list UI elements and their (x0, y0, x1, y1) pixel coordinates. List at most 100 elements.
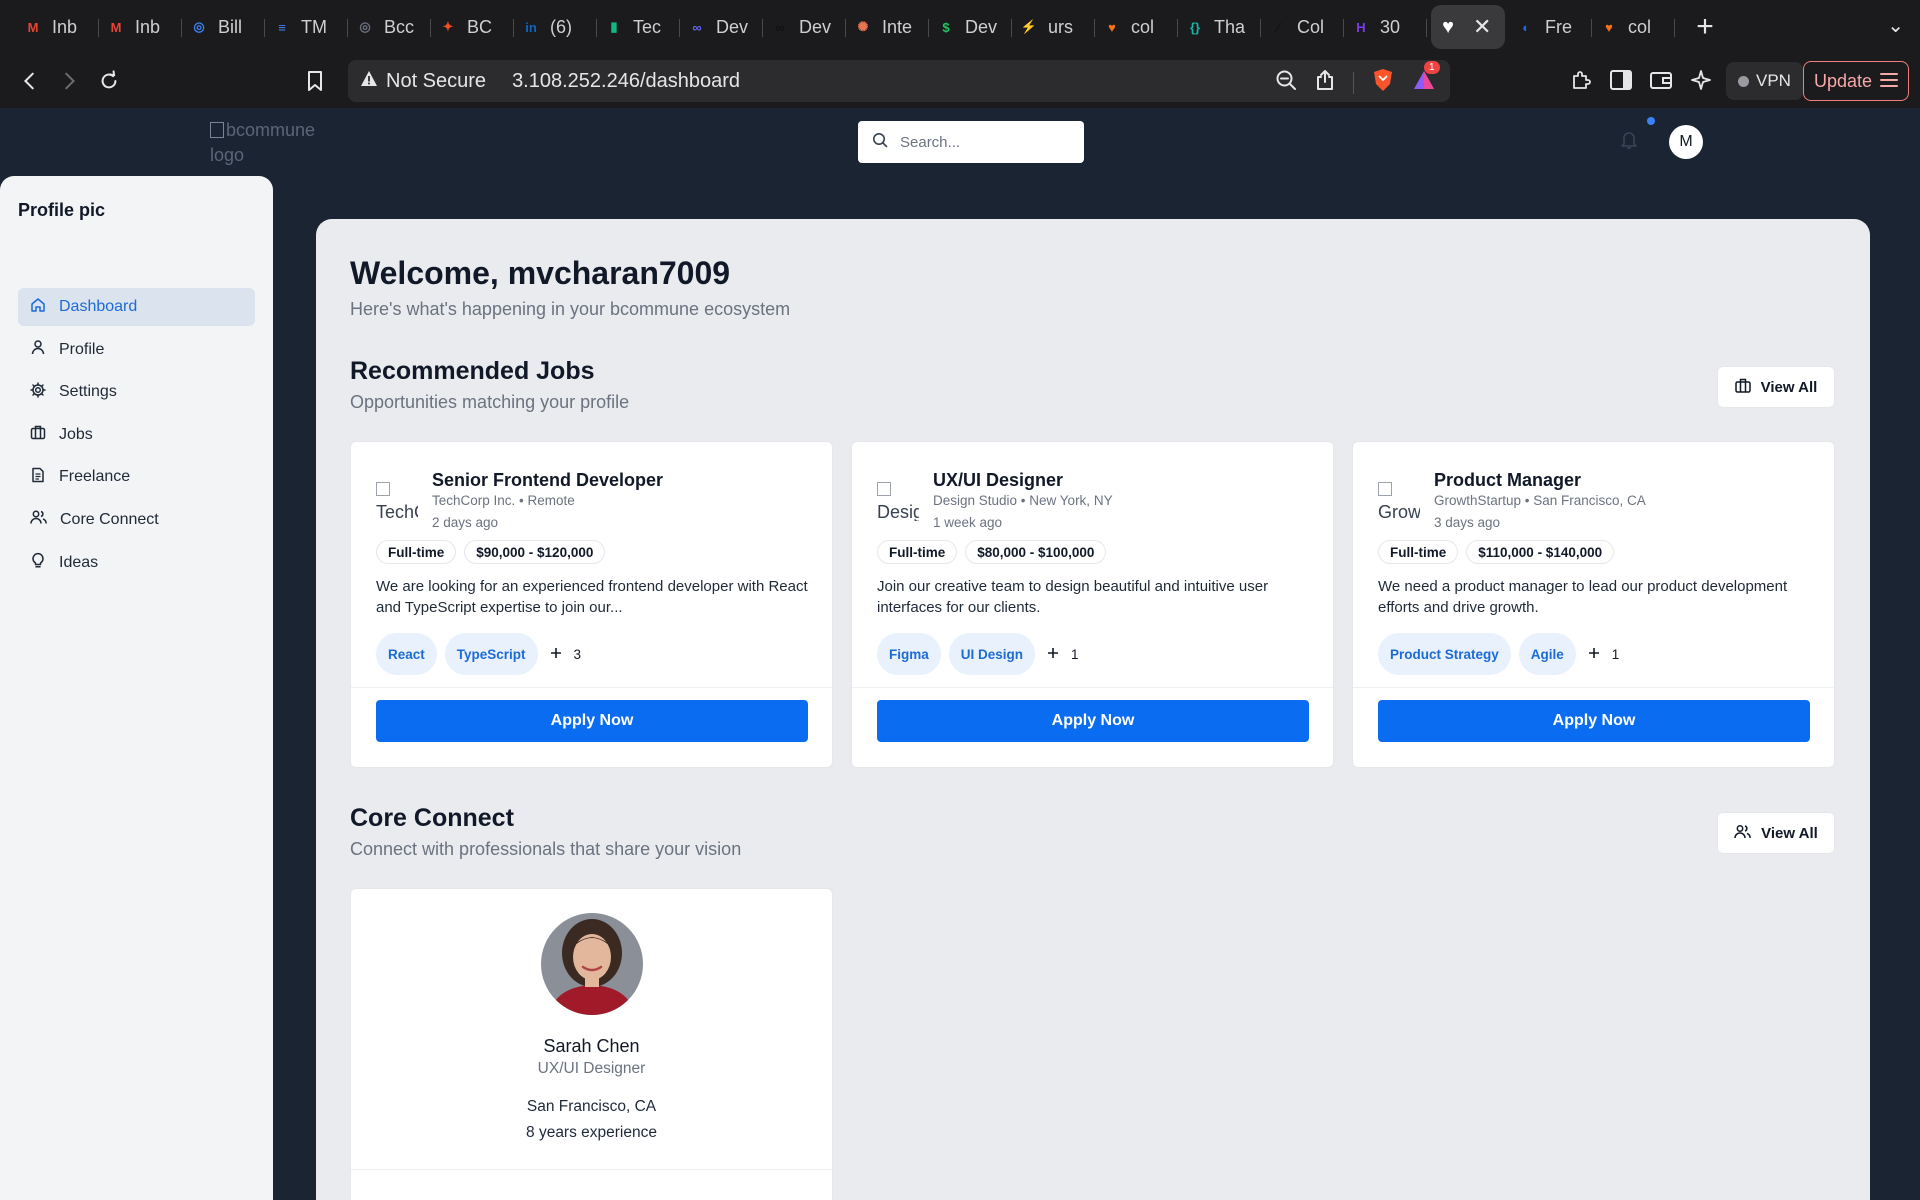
browser-toolbar: Not Secure 3.108.252.246/dashboard 1 VPN… (0, 54, 1920, 108)
h-icon: H (1356, 19, 1366, 35)
browser-tab[interactable]: M Inb (99, 5, 182, 49)
openai-icon: ◎ (193, 19, 205, 34)
browser-tab[interactable]: H 30 (1344, 5, 1427, 49)
sidebar-item-core-connect[interactable]: Core Connect (18, 501, 255, 539)
sidebar-item-profile[interactable]: Profile (18, 331, 255, 369)
browser-tab[interactable]: $ Dev (929, 5, 1012, 49)
browser-tab[interactable]: ◎ Bill (182, 5, 265, 49)
sidebar-toggle-icon[interactable] (1610, 70, 1632, 95)
notification-bell-icon[interactable] (1620, 130, 1638, 155)
job-card[interactable]: Design UX/UI Designer Design Studio • Ne… (851, 441, 1334, 768)
browser-tab-label: col (1628, 16, 1652, 37)
browser-tab[interactable]: ≡ TM (265, 5, 348, 49)
search-box[interactable] (858, 121, 1084, 163)
job-title[interactable]: Senior Frontend Developer (432, 470, 663, 491)
wallet-icon[interactable] (1650, 70, 1672, 95)
skill-tag: Product Strategy (1378, 633, 1511, 675)
dev-icon: ∞ (692, 19, 702, 35)
job-title[interactable]: UX/UI Designer (933, 470, 1063, 491)
core-connect-subtitle: Connect with professionals that share yo… (350, 839, 742, 859)
skill-tag: React (376, 633, 437, 675)
sidebar-item-ideas[interactable]: Ideas (18, 544, 255, 582)
job-title[interactable]: Product Manager (1434, 470, 1581, 491)
apply-now-button[interactable]: Apply Now (1378, 700, 1810, 742)
search-input[interactable] (900, 133, 1070, 151)
job-card[interactable]: TechCorp Senior Frontend Developer TechC… (350, 441, 833, 768)
update-button[interactable]: Update (1803, 61, 1909, 101)
sidebar-nav: Dashboard Profile Settings Jobs Freelanc… (18, 288, 255, 586)
more-skills[interactable]: 3 (550, 647, 581, 662)
forward-icon[interactable] (49, 61, 89, 101)
apply-now-button[interactable]: Apply Now (376, 700, 808, 742)
browser-tab[interactable]: ⚡ urs (1012, 5, 1095, 49)
browser-tab[interactable]: in (6) (514, 5, 597, 49)
new-tab-button[interactable]: + (1685, 10, 1725, 44)
person-name[interactable]: Sarah Chen (351, 1036, 832, 1057)
sidebar-item-dashboard[interactable]: Dashboard (18, 288, 255, 326)
browser-tab[interactable]: ◎ Bcc (348, 5, 431, 49)
browser-tab[interactable]: ▮ Tec (597, 5, 680, 49)
apply-now-button[interactable]: Apply Now (877, 700, 1309, 742)
more-skills[interactable]: 1 (1588, 646, 1620, 662)
share-icon[interactable] (1315, 69, 1335, 97)
back-icon[interactable] (10, 61, 50, 101)
browser-tab[interactable]: ♥ col (1592, 5, 1675, 49)
not-secure-label[interactable]: Not Secure (386, 70, 486, 93)
close-tab-icon[interactable]: ✕ (1473, 14, 1491, 40)
more-skills[interactable]: 1 (1047, 647, 1079, 662)
browser-tab[interactable]: ∞ Dev (680, 5, 763, 49)
leo-ai-icon[interactable] (1690, 69, 1712, 96)
brave-shield-icon[interactable] (1372, 68, 1394, 98)
broken-image-icon (210, 122, 224, 138)
reload-icon[interactable] (89, 61, 129, 101)
company-logo-alt: TechCorp (376, 502, 418, 521)
bcommune-logo[interactable]: bcommune logo (210, 118, 320, 168)
company-logo: TechCorp (376, 479, 418, 521)
bookmark-icon[interactable] (295, 61, 335, 101)
brave-rewards-icon[interactable]: 1 (1412, 61, 1440, 97)
browser-tab[interactable]: ⁄ Col (1261, 5, 1344, 49)
page-scrollbar[interactable] (1909, 108, 1920, 1200)
users-icon (1734, 824, 1751, 843)
more-skills-count: 1 (1611, 646, 1620, 662)
vpn-button[interactable]: VPN (1726, 62, 1803, 100)
menu-icon (1880, 71, 1899, 92)
browser-tab[interactable]: ♥ col (1095, 5, 1178, 49)
job-description: Join our creative team to design beautif… (877, 578, 1269, 616)
sidebar-item-freelance[interactable]: Freelance (18, 458, 255, 496)
browser-tab[interactable]: ✺ Inte (846, 5, 929, 49)
zoom-out-icon[interactable] (1275, 69, 1297, 97)
browser-tab[interactable]: {} Tha (1178, 5, 1261, 49)
person-role: UX/UI Designer (537, 1060, 646, 1077)
browser-tab[interactable]: ◐ Fre (1509, 5, 1592, 49)
browser-tab-label: Fre (1545, 16, 1572, 37)
briefcase-icon (1734, 378, 1751, 397)
plus-icon (550, 647, 562, 662)
document-icon (30, 467, 46, 488)
browser-tab[interactable]: ✦ BC (431, 5, 514, 49)
job-card[interactable]: Grow Product Manager GrowthStartup • San… (1352, 441, 1835, 768)
openai-icon: ◎ (359, 19, 371, 34)
main-content: Welcome, mvcharan7009 Here's what's happ… (316, 219, 1870, 1200)
core-connect-view-all-button[interactable]: View All (1717, 812, 1835, 854)
browser-tab[interactable]: ∞ Dev (763, 5, 846, 49)
tab-list-menu-icon[interactable]: ⌄ (1887, 13, 1904, 38)
skill-tag: UI Design (948, 633, 1036, 675)
heart-icon: ♥ (1108, 19, 1116, 35)
person-avatar[interactable] (541, 913, 643, 1015)
jobs-view-all-button[interactable]: View All (1717, 366, 1835, 408)
browser-tab-active[interactable]: ♥ ✕ (1431, 5, 1505, 49)
browser-tab[interactable]: M Inb (16, 5, 99, 49)
user-avatar[interactable]: M (1669, 125, 1703, 159)
url-text[interactable]: 3.108.252.246/dashboard (512, 70, 740, 93)
sidebar-item-settings[interactable]: Settings (18, 373, 255, 411)
figma-icon: ✦ (442, 19, 454, 34)
logo-alt-text: bcommune logo (210, 120, 316, 165)
extensions-icon[interactable] (1570, 69, 1592, 96)
pen-icon: ⁄ (1276, 19, 1280, 35)
person-card[interactable]: Sarah Chen UX/UI Designer San Francisco,… (350, 888, 833, 1200)
sidebar-item-jobs[interactable]: Jobs (18, 416, 255, 454)
address-bar[interactable]: Not Secure 3.108.252.246/dashboard 1 (348, 60, 1450, 102)
linkedin-icon: in (525, 19, 537, 35)
profile-pic-alt[interactable]: Profile pic (18, 200, 105, 221)
